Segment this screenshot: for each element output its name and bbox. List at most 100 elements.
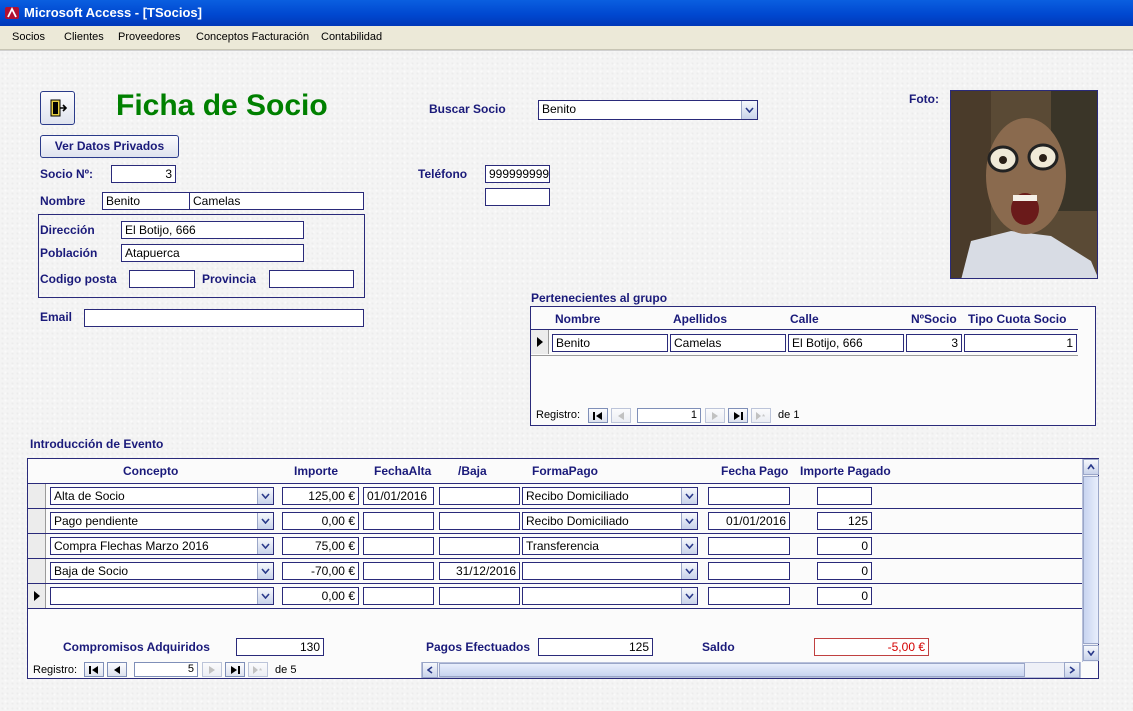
eventos-cell-fechaalta[interactable]	[363, 562, 434, 580]
scroll-down-button[interactable]	[1083, 645, 1099, 661]
menu-contabilidad[interactable]: Contabilidad	[321, 31, 382, 43]
chevron-down-icon[interactable]	[681, 538, 697, 554]
eventos-row-selector[interactable]	[28, 534, 46, 558]
grupo-cell-calle[interactable]: El Botijo, 666	[788, 334, 904, 352]
eventos-row-selector[interactable]	[28, 509, 46, 533]
eventos-new-record-button[interactable]: *	[248, 662, 268, 677]
eventos-cell-formapago[interactable]	[522, 562, 698, 580]
exit-button[interactable]	[40, 91, 75, 125]
grupo-cell-nombre[interactable]: Benito	[552, 334, 668, 352]
chevron-down-icon[interactable]	[257, 488, 273, 504]
chevron-down-icon[interactable]	[257, 513, 273, 529]
codigo-postal-field[interactable]	[129, 270, 195, 288]
eventos-cell-concepto[interactable]: Pago pendiente	[50, 512, 274, 530]
eventos-cell-fecha-pago[interactable]	[708, 587, 790, 605]
provincia-field[interactable]	[269, 270, 354, 288]
eventos-cell-formapago[interactable]: Recibo Domiciliado	[522, 487, 698, 505]
eventos-cell-formapago[interactable]: Transferencia	[522, 537, 698, 555]
eventos-cell-importe[interactable]: 0,00 €	[282, 512, 359, 530]
menu-proveedores[interactable]: Proveedores	[118, 31, 180, 43]
eventos-cell-importe[interactable]: -70,00 €	[282, 562, 359, 580]
direccion-field[interactable]: El Botijo, 666	[121, 221, 304, 239]
eventos-cell-concepto[interactable]: Compra Flechas Marzo 2016	[50, 537, 274, 555]
eventos-cell-fechaalta[interactable]	[363, 512, 434, 530]
scroll-right-button[interactable]	[1064, 662, 1080, 678]
eventos-cell-importe-pagado[interactable]: 125	[817, 512, 872, 530]
chevron-down-icon[interactable]	[257, 588, 273, 604]
eventos-cell-importe-pagado[interactable]: 0	[817, 562, 872, 580]
grupo-cell-apellidos[interactable]: Camelas	[670, 334, 786, 352]
eventos-cell-importe-pagado[interactable]: 0	[817, 537, 872, 555]
compromisos-field[interactable]: 130	[236, 638, 324, 656]
eventos-prev-record-button[interactable]	[107, 662, 127, 677]
chevron-down-icon[interactable]	[681, 488, 697, 504]
eventos-cell-concepto[interactable]: Baja de Socio	[50, 562, 274, 580]
chevron-down-icon[interactable]	[741, 101, 757, 119]
eventos-first-record-button[interactable]	[84, 662, 104, 677]
email-field[interactable]	[84, 309, 364, 327]
first-record-button[interactable]	[588, 408, 608, 423]
scroll-thumb[interactable]	[1083, 476, 1099, 644]
eventos-next-record-button[interactable]	[202, 662, 222, 677]
direccion-label: Dirección	[40, 223, 95, 237]
eventos-horizontal-scrollbar[interactable]	[421, 662, 1081, 678]
grupo-row-selector[interactable]	[531, 330, 549, 354]
telefono-field[interactable]: 999999999	[485, 165, 550, 183]
eventos-cell-importe-pagado[interactable]: 0	[817, 587, 872, 605]
eventos-record-number[interactable]: 5	[134, 662, 198, 677]
prev-record-button[interactable]	[611, 408, 631, 423]
last-record-button[interactable]	[728, 408, 748, 423]
chevron-down-icon[interactable]	[681, 588, 697, 604]
chevron-down-icon[interactable]	[681, 513, 697, 529]
eventos-cell-fechaalta[interactable]	[363, 587, 434, 605]
scroll-left-button[interactable]	[422, 662, 438, 678]
eventos-cell-importe-pagado[interactable]	[817, 487, 872, 505]
grupo-record-number[interactable]: 1	[637, 408, 701, 423]
nombre-field[interactable]: Benito	[102, 192, 190, 210]
pagos-efectuados-field[interactable]: 125	[538, 638, 653, 656]
menu-socios[interactable]: Socios	[12, 31, 45, 43]
eventos-cell-concepto[interactable]: Alta de Socio	[50, 487, 274, 505]
next-record-button[interactable]	[705, 408, 725, 423]
eventos-row-selector[interactable]	[28, 584, 46, 608]
menu-conceptos-facturacion[interactable]: Conceptos Facturación	[196, 31, 309, 43]
telefono2-field[interactable]	[485, 188, 550, 206]
eventos-cell-baja[interactable]	[439, 512, 520, 530]
eventos-vertical-scrollbar[interactable]	[1082, 459, 1099, 662]
eventos-cell-baja[interactable]	[439, 537, 520, 555]
grupo-cell-tipo-cuota[interactable]: 1	[964, 334, 1077, 352]
eventos-cell-fecha-pago[interactable]: 01/01/2016	[708, 512, 790, 530]
buscar-socio-combo[interactable]: Benito	[538, 100, 758, 120]
grupo-cell-nsocio[interactable]: 3	[906, 334, 962, 352]
eventos-cell-importe[interactable]: 75,00 €	[282, 537, 359, 555]
eventos-cell-formapago[interactable]	[522, 587, 698, 605]
eventos-row-selector[interactable]	[28, 559, 46, 583]
eventos-cell-fecha-pago[interactable]	[708, 562, 790, 580]
eventos-cell-formapago[interactable]: Recibo Domiciliado	[522, 512, 698, 530]
chevron-down-icon[interactable]	[257, 538, 273, 554]
horizontal-scroll-thumb[interactable]	[439, 663, 1025, 677]
new-record-button[interactable]: *	[751, 408, 771, 423]
poblacion-field[interactable]: Atapuerca	[121, 244, 304, 262]
eventos-cell-importe[interactable]: 125,00 €	[282, 487, 359, 505]
eventos-row-selector[interactable]	[28, 484, 46, 508]
apellidos-field[interactable]: Camelas	[189, 192, 364, 210]
eventos-cell-fechaalta[interactable]: 01/01/2016	[363, 487, 434, 505]
eventos-cell-baja[interactable]	[439, 587, 520, 605]
eventos-cell-fecha-pago[interactable]	[708, 487, 790, 505]
eventos-last-record-button[interactable]	[225, 662, 245, 677]
saldo-field[interactable]: -5,00 €	[814, 638, 929, 656]
scroll-up-button[interactable]	[1083, 459, 1099, 475]
ver-datos-privados-button[interactable]: Ver Datos Privados	[40, 135, 179, 158]
socio-numero-field[interactable]: 3	[111, 165, 176, 183]
eventos-cell-fecha-pago[interactable]	[708, 537, 790, 555]
eventos-cell-fechaalta[interactable]	[363, 537, 434, 555]
chevron-down-icon[interactable]	[257, 563, 273, 579]
eventos-cell-importe[interactable]: 0,00 €	[282, 587, 359, 605]
eventos-cell-baja[interactable]	[439, 487, 520, 505]
member-photo	[950, 90, 1098, 279]
eventos-cell-baja[interactable]: 31/12/2016	[439, 562, 520, 580]
menu-clientes[interactable]: Clientes	[64, 31, 104, 43]
chevron-down-icon[interactable]	[681, 563, 697, 579]
eventos-cell-concepto[interactable]	[50, 587, 274, 605]
